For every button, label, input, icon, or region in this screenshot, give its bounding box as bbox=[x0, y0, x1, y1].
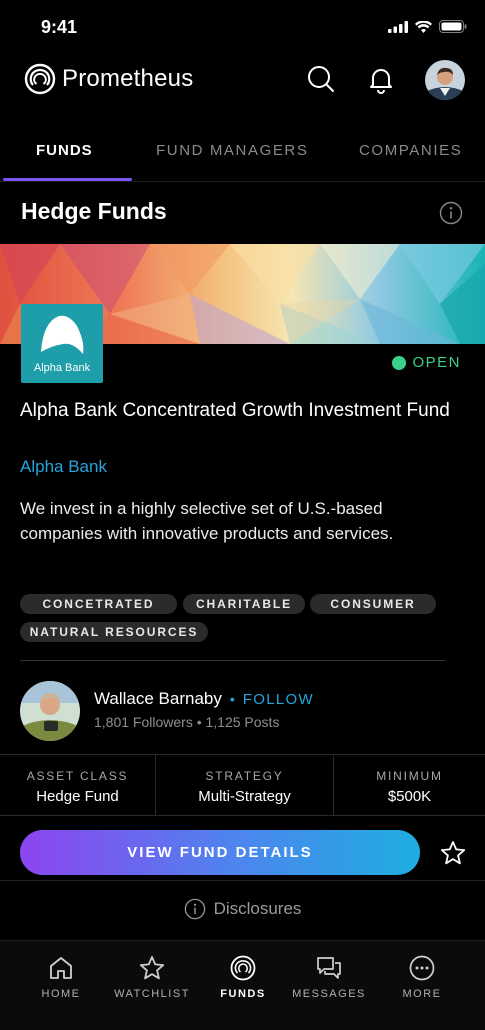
tab-fund-managers[interactable]: FUND MANAGERS bbox=[156, 142, 308, 159]
battery-icon bbox=[439, 20, 467, 33]
status-bar: 9:41 bbox=[0, 0, 485, 56]
nav-label: MORE bbox=[402, 988, 442, 1000]
stat-asset-class: ASSET CLASS Hedge Fund bbox=[0, 755, 155, 816]
tag-chip[interactable]: CHARITABLE bbox=[183, 594, 305, 614]
status-time: 9:41 bbox=[41, 17, 78, 37]
manager-avatar[interactable] bbox=[20, 681, 80, 741]
status-dot bbox=[392, 355, 407, 370]
wifi-icon bbox=[415, 20, 432, 33]
search-icon[interactable] bbox=[306, 64, 336, 94]
manager-name-row: Wallace Barnaby • FOLLOW bbox=[94, 689, 314, 709]
divider bbox=[0, 880, 485, 881]
tag-chip[interactable]: CONCETRATED bbox=[20, 594, 177, 614]
stat-label: STRATEGY bbox=[205, 769, 284, 783]
nav-label: WATCHLIST bbox=[114, 988, 190, 1000]
section-title: Hedge Funds bbox=[21, 198, 167, 224]
alpha-bank-logo-icon bbox=[41, 315, 84, 354]
stat-minimum: MINIMUM $500K bbox=[333, 755, 485, 816]
funds-icon bbox=[230, 955, 256, 981]
nav-label: MESSAGES bbox=[292, 988, 366, 1000]
nav-messages[interactable]: MESSAGES bbox=[284, 955, 374, 1000]
stat-label: MINIMUM bbox=[376, 769, 443, 783]
nav-funds[interactable]: FUNDS bbox=[198, 955, 288, 1000]
fund-stats: ASSET CLASS Hedge Fund STRATEGY Multi-St… bbox=[0, 754, 485, 816]
fund-description: We invest in a highly selective set of U… bbox=[20, 499, 394, 543]
fund-logo-text: Alpha Bank bbox=[33, 362, 91, 374]
info-icon[interactable] bbox=[439, 201, 463, 225]
cellular-signal-icon bbox=[388, 20, 408, 33]
tab-companies[interactable]: COMPANIES bbox=[359, 142, 462, 159]
nav-more[interactable]: MORE bbox=[377, 955, 467, 1000]
info-icon bbox=[184, 898, 205, 920]
fund-status-badge: OPEN bbox=[392, 354, 461, 371]
more-icon bbox=[409, 955, 435, 981]
nav-home[interactable]: HOME bbox=[16, 955, 106, 1000]
category-tabs: FUNDS FUND MANAGERS COMPANIES bbox=[0, 128, 485, 182]
home-icon bbox=[50, 957, 72, 979]
messages-icon bbox=[317, 957, 341, 979]
status-icons bbox=[388, 20, 467, 33]
brand-name: Prometheus bbox=[62, 65, 194, 92]
stat-strategy: STRATEGY Multi-Strategy bbox=[155, 755, 333, 816]
fund-logo: Alpha Bank bbox=[21, 304, 103, 383]
brand[interactable]: Prometheus bbox=[24, 63, 193, 95]
section-divider bbox=[20, 660, 445, 661]
tag-chip[interactable]: CONSUMER bbox=[310, 594, 436, 614]
star-icon bbox=[139, 956, 165, 980]
user-avatar[interactable] bbox=[425, 60, 465, 100]
follow-button[interactable]: FOLLOW bbox=[243, 691, 314, 708]
stat-value: Multi-Strategy bbox=[198, 788, 291, 805]
app-header: Prometheus bbox=[0, 56, 485, 106]
stat-value: Hedge Fund bbox=[36, 788, 119, 805]
prometheus-logo-icon bbox=[24, 63, 56, 95]
nav-watchlist[interactable]: WATCHLIST bbox=[107, 955, 197, 1000]
view-fund-details-button[interactable]: VIEW FUND DETAILS bbox=[20, 830, 420, 875]
tag-chip[interactable]: NATURAL RESOURCES bbox=[20, 622, 208, 642]
nav-label: FUNDS bbox=[220, 988, 266, 1000]
disclosures-label: Disclosures bbox=[213, 899, 302, 918]
nav-label: HOME bbox=[41, 988, 81, 1000]
stat-value: $500K bbox=[387, 788, 432, 805]
bell-icon[interactable] bbox=[366, 64, 396, 94]
fund-name: Alpha Bank Concentrated Growth Investmen… bbox=[20, 400, 450, 421]
separator-dot: • bbox=[229, 691, 235, 707]
watchlist-star-icon[interactable] bbox=[440, 840, 466, 866]
tab-funds[interactable]: FUNDS bbox=[36, 142, 93, 159]
disclosures-link[interactable]: Disclosures bbox=[0, 898, 485, 920]
manager-name[interactable]: Wallace Barnaby bbox=[94, 689, 222, 709]
manager-stats: 1,801 Followers • 1,125 Posts bbox=[94, 714, 280, 730]
stat-label: ASSET CLASS bbox=[26, 769, 129, 783]
status-text: OPEN bbox=[412, 354, 461, 371]
bottom-navigation: HOME WATCHLIST FUNDS MESSAGES MORE bbox=[0, 940, 485, 1030]
tabs-divider bbox=[0, 181, 485, 182]
fund-manager-link[interactable]: Alpha Bank bbox=[20, 457, 107, 477]
